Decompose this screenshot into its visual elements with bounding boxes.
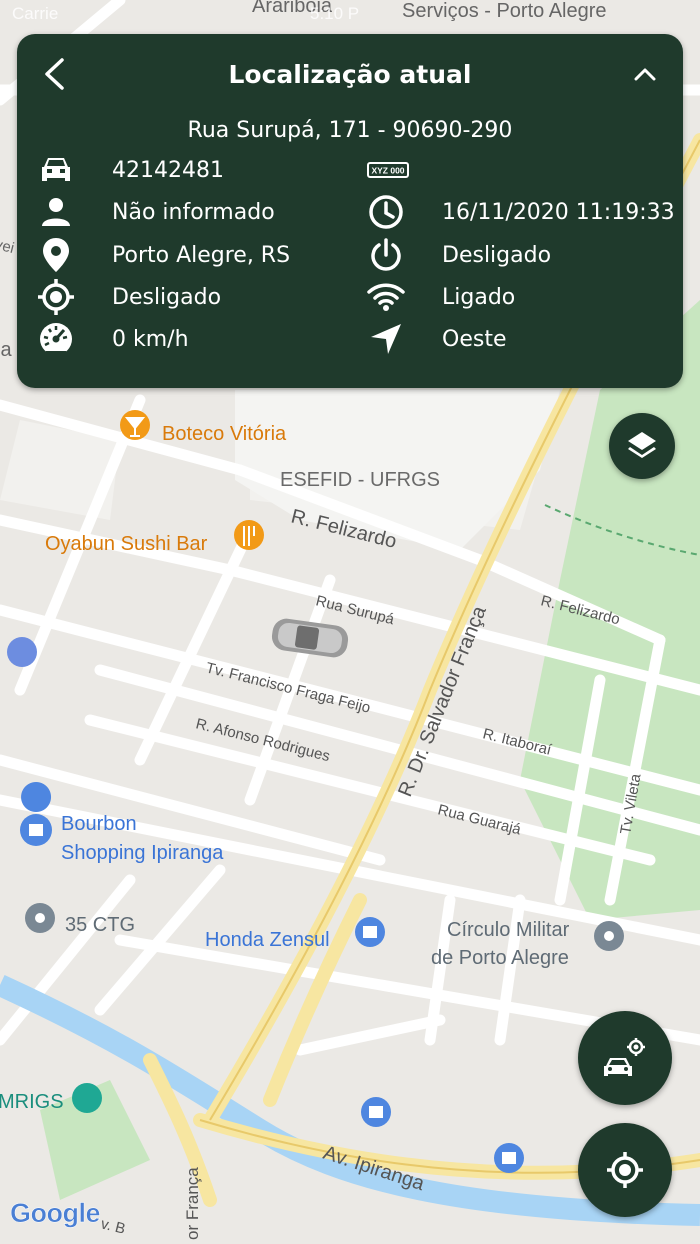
layers-button[interactable]	[609, 413, 675, 479]
connection-value: Ligado	[442, 284, 516, 310]
car-icon	[37, 151, 75, 189]
label-ia: ia	[0, 339, 12, 361]
poi-ctg-label: 35 CTG	[65, 914, 135, 936]
gps-value: Desligado	[112, 284, 222, 310]
poi-shop-bottom-2[interactable]	[494, 1143, 524, 1173]
navigation-arrow-icon	[367, 320, 405, 358]
row-city: Porto Alegre, RS	[37, 236, 290, 274]
speed-value: 0 km/h	[112, 326, 189, 352]
person-icon	[37, 193, 75, 231]
vehicle-info-card: Localização atual Rua Surupá, 171 - 9069…	[17, 34, 683, 388]
my-location-icon	[607, 1152, 643, 1188]
street-label-orfranca: or França	[183, 1167, 202, 1240]
row-speed: 0 km/h	[37, 320, 189, 358]
power-icon	[367, 236, 405, 274]
collapse-button[interactable]	[625, 54, 665, 94]
row-direction: Oeste	[367, 320, 506, 358]
vehicle-id-value: 42142481	[112, 157, 224, 183]
row-connection: Ligado	[367, 278, 515, 316]
poi-shop-left[interactable]	[7, 637, 37, 667]
chevron-up-icon	[634, 68, 656, 81]
direction-value: Oeste	[442, 326, 507, 352]
card-title: Localização atual	[228, 60, 472, 89]
wifi-icon	[367, 278, 405, 316]
my-location-button[interactable]	[578, 1123, 672, 1217]
poi-circulo-label-2: de Porto Alegre	[431, 947, 569, 969]
poi-mrigs-label: MRIGS	[0, 1091, 64, 1113]
car-locate-icon	[604, 1038, 645, 1076]
poi-bourbon-label-2: Shopping Ipiranga	[61, 842, 224, 864]
status-bar: Carrie 5:10 P	[0, 0, 700, 30]
google-watermark: Google	[10, 1198, 101, 1229]
row-vehicle-id: 42142481	[37, 151, 224, 189]
google-logo-text: Google	[10, 1198, 101, 1229]
driver-value: Não informado	[112, 199, 275, 225]
layers-icon	[628, 432, 656, 458]
poi-circulo-label-1: Círculo Militar	[447, 919, 570, 941]
ignition-value: Desligado	[442, 242, 552, 268]
poi-shop-bottom-1[interactable]	[361, 1097, 391, 1127]
poi-oyabun-label: Oyabun Sushi Bar	[45, 533, 208, 555]
license-plate-icon: XYZ 000	[367, 151, 409, 189]
row-gps: Desligado	[37, 278, 221, 316]
location-pin-icon	[37, 236, 75, 274]
locate-vehicle-button[interactable]	[578, 1011, 672, 1105]
plate-text: XYZ 000	[371, 166, 404, 176]
poi-esefid-label: ESEFID - UFRGS	[280, 469, 440, 491]
speedometer-icon	[37, 320, 75, 358]
poi-honda-label: Honda Zensul	[205, 929, 330, 951]
row-ignition: Desligado	[367, 236, 551, 274]
city-value: Porto Alegre, RS	[112, 242, 291, 268]
carrier-label: Carrie	[12, 4, 59, 23]
row-timestamp: 16/11/2020 11:19:33	[367, 193, 675, 231]
address-text: Rua Surupá, 171 - 90690-290	[187, 118, 513, 143]
clock-icon	[367, 193, 405, 231]
gps-target-icon	[37, 278, 75, 316]
timestamp-value: 16/11/2020 11:19:33	[442, 199, 675, 225]
row-driver: Não informado	[37, 193, 275, 231]
poi-boteco-label: Boteco Vitória	[162, 423, 287, 445]
time-label: 5:10 P	[310, 4, 360, 23]
row-plate: XYZ 000	[367, 151, 446, 189]
poi-bourbon-label-1: Bourbon	[61, 813, 137, 835]
